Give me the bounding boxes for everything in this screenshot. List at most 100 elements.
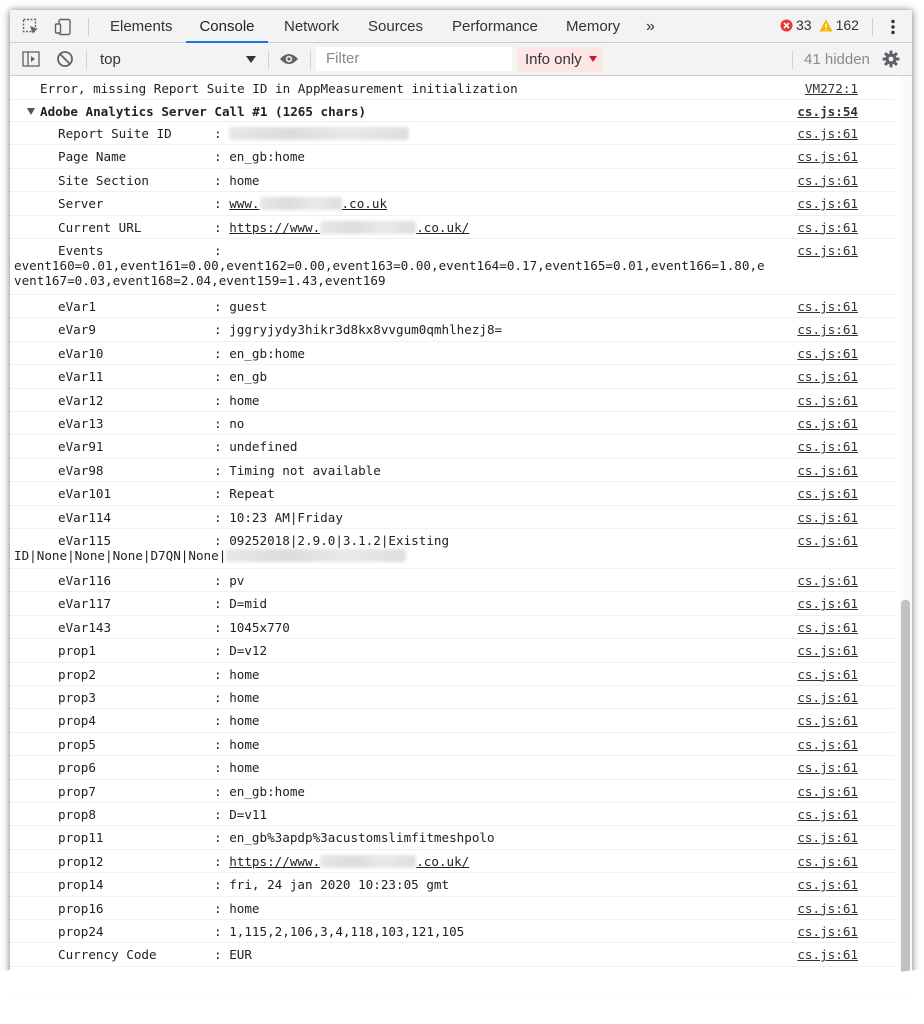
row-source-link[interactable]: cs.js:61	[797, 510, 858, 525]
clear-console-icon[interactable]	[54, 48, 76, 70]
console-row: prop24: 1,115,2,106,3,4,118,103,121,105 c…	[10, 920, 894, 944]
row-source-link[interactable]: cs.js:61	[797, 830, 858, 845]
tab-memory[interactable]: Memory	[566, 10, 620, 43]
row-key: Page Name	[58, 149, 127, 165]
row-source-link[interactable]: cs.js:61	[797, 573, 858, 588]
row-separator: :	[214, 439, 222, 455]
row-source-link[interactable]: cs.js:61	[797, 486, 858, 501]
row-key: prop4	[58, 713, 96, 729]
console-group-header[interactable]: Adobe Analytics Server Call #1 (1265 cha…	[10, 100, 894, 122]
row-source-link[interactable]: cs.js:61	[797, 737, 858, 752]
tab-console[interactable]: Console	[186, 10, 268, 43]
row-source-link[interactable]: cs.js:61	[797, 643, 858, 658]
server-link[interactable]: www. .co.uk	[229, 196, 387, 211]
console-settings-gear-icon[interactable]	[880, 48, 902, 70]
row-source-link[interactable]: cs.js:61	[797, 299, 858, 314]
console-row: Events: cs.js:61 event160=0.01,event161=0…	[10, 239, 894, 295]
row-value: : fri, 24 jan 2020 10:23:05 gmt	[214, 877, 449, 892]
row-key: prop8	[58, 807, 96, 822]
tab-performance[interactable]: Performance	[452, 10, 538, 43]
console-row: prop8 : D=v11 cs.js:61	[10, 803, 894, 827]
row-separator: :	[214, 196, 222, 212]
filter-input[interactable]: Filter	[316, 47, 512, 71]
row-source-link[interactable]: cs.js:61	[797, 322, 858, 337]
row-value: : Timing not available	[214, 463, 381, 478]
row-separator: :	[214, 533, 222, 548]
inspect-element-icon[interactable]	[20, 16, 42, 38]
row-separator: :	[214, 947, 222, 963]
row-key: eVar117	[58, 596, 112, 612]
tab-elements[interactable]: Elements	[110, 10, 173, 43]
error-warning-counter[interactable]: 33 162	[780, 17, 859, 33]
row-source-link[interactable]: cs.js:61	[797, 784, 858, 799]
row-source-link[interactable]: cs.js:61	[797, 369, 858, 384]
context-selector[interactable]: top	[90, 43, 262, 76]
row-source-link[interactable]: cs.js:61	[797, 196, 858, 211]
row-source-link[interactable]: cs.js:61	[797, 533, 858, 548]
row-source-link[interactable]: cs.js:61	[797, 439, 858, 454]
row-source-link[interactable]: cs.js:61	[797, 220, 858, 235]
row-source-link[interactable]: cs.js:61	[797, 149, 858, 164]
torn-edge	[0, 968, 924, 995]
row-source-link[interactable]: cs.js:61	[797, 463, 858, 478]
group-source-link[interactable]: cs.js:54	[797, 104, 858, 119]
row-separator: :	[214, 509, 222, 525]
row-value: : https://www. .co.uk/	[214, 220, 469, 235]
device-toolbar-icon[interactable]	[52, 16, 74, 38]
row-source-link[interactable]: cs.js:61	[797, 393, 858, 408]
kebab-menu-icon[interactable]	[882, 16, 904, 38]
row-source-link[interactable]: cs.js:61	[797, 947, 858, 962]
row-value: : D=v11	[214, 807, 267, 822]
log-levels-dropdown[interactable]: Info only	[517, 47, 603, 72]
row-source-link[interactable]: cs.js:61	[797, 243, 858, 258]
console-row: eVar1: guest cs.js:61	[10, 295, 894, 319]
row-source-link[interactable]: cs.js:61	[797, 924, 858, 939]
row-source-link[interactable]: cs.js:61	[797, 760, 858, 775]
scrollbar-thumb[interactable]	[901, 600, 910, 980]
console-row: Server: www. .co.uk cs.js:61	[10, 192, 894, 216]
tab-network[interactable]: Network	[284, 10, 339, 43]
row-separator: :	[214, 573, 222, 588]
row-source-link[interactable]: cs.js:61	[797, 346, 858, 361]
row-source-link[interactable]: cs.js:61	[797, 620, 858, 635]
row-separator: :	[214, 713, 222, 729]
redacted-domain	[259, 197, 342, 211]
row-source-link[interactable]: cs.js:61	[797, 667, 858, 682]
row-source-link[interactable]: cs.js:61	[797, 690, 858, 705]
row-value-text: home	[229, 690, 260, 705]
row-value: : en_gb%3apdp%3acustomslimfitmeshpolo	[214, 830, 495, 845]
url-link[interactable]: https://www. .co.uk/	[229, 220, 469, 235]
show-sidebar-icon[interactable]	[20, 48, 42, 70]
row-value: : 09252018|2.9.0|3.1.2|Existing	[214, 533, 449, 548]
more-tabs-button[interactable]: »	[646, 10, 655, 43]
row-key: Currency Code	[58, 947, 157, 963]
row-source-link[interactable]: cs.js:61	[797, 854, 858, 869]
console-row: eVar116: pv cs.js:61	[10, 569, 894, 593]
row-source-link[interactable]: cs.js:61	[797, 901, 858, 916]
row-value-text: D=mid	[229, 596, 268, 612]
error-source-link[interactable]: VM272:1	[805, 81, 858, 96]
row-separator: :	[214, 690, 222, 705]
row-source-link[interactable]: cs.js:61	[797, 126, 858, 141]
expand-triangle-icon[interactable]	[27, 108, 35, 115]
row-source-link[interactable]: cs.js:61	[797, 416, 858, 431]
tab-sources[interactable]: Sources	[368, 10, 423, 43]
row-value: : D=v12	[214, 643, 267, 658]
evar115-line-2: ID|None|None|None|D7QN|None|	[14, 548, 407, 563]
row-separator: :	[214, 219, 222, 235]
row-source-link[interactable]: cs.js:61	[797, 807, 858, 822]
url-link[interactable]: https://www. .co.uk/	[229, 854, 469, 869]
live-expression-eye-icon[interactable]	[278, 48, 300, 70]
console-row: eVar117: D=mid cs.js:61	[10, 592, 894, 616]
console-row: eVar101: Repeat cs.js:61	[10, 482, 894, 506]
tabbar-divider-right	[872, 18, 873, 36]
row-value: :	[214, 126, 410, 141]
row-source-link[interactable]: cs.js:61	[797, 173, 858, 188]
row-value: : jggryjydy3hikr3d8kx8vvgum0qmhlhezj8=	[214, 322, 502, 337]
url-suffix: .co.uk/	[416, 853, 470, 869]
row-source-link[interactable]: cs.js:61	[797, 596, 858, 611]
row-source-link[interactable]: cs.js:61	[797, 713, 858, 728]
hidden-messages-count[interactable]: 41 hidden	[804, 51, 870, 68]
console-row: prop11: en_gb%3apdp%3acustomslimfitmeshp…	[10, 826, 894, 850]
row-source-link[interactable]: cs.js:61	[797, 877, 858, 892]
